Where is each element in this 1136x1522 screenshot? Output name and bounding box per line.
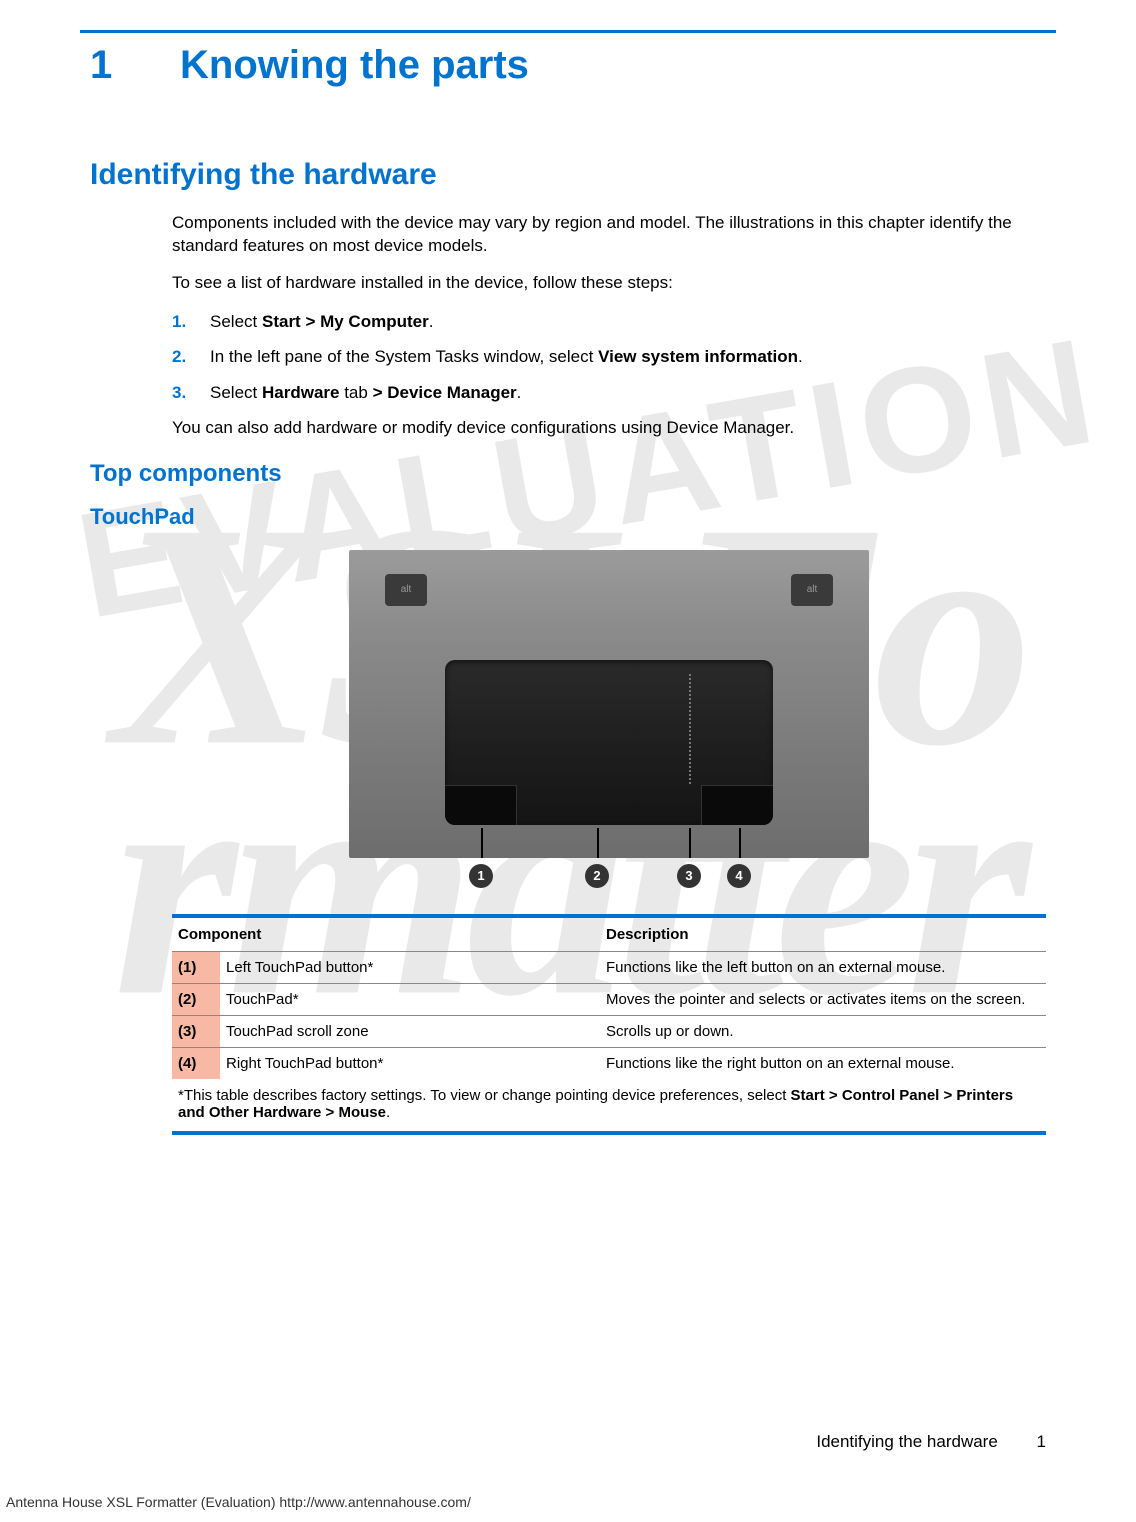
table-note: *This table describes factory settings. … — [172, 1079, 1046, 1131]
top-rule — [80, 30, 1056, 33]
cell-num: (3) — [172, 1016, 220, 1048]
touchpad-body: alt alt 1 2 3 4 — [172, 550, 1046, 1135]
touchpad-table: Component Description (1)Left TouchPad b… — [172, 918, 1046, 1079]
step-1: 1. Select Start > My Computer. — [172, 309, 1046, 335]
evaluation-footer: Antenna House XSL Formatter (Evaluation)… — [6, 1494, 471, 1510]
cell-description: Scrolls up or down. — [600, 1016, 1046, 1048]
callout-2: 2 — [585, 864, 609, 888]
cell-num: (4) — [172, 1048, 220, 1080]
callout-1: 1 — [469, 864, 493, 888]
cell-description: Functions like the left button on an ext… — [600, 952, 1046, 984]
callout-4: 4 — [727, 864, 751, 888]
table-header-row: Component Description — [172, 918, 1046, 952]
chapter-title: 1Knowing the parts — [90, 43, 1046, 88]
cell-component: TouchPad scroll zone — [220, 1016, 600, 1048]
table-row: (2)TouchPad*Moves the pointer and select… — [172, 984, 1046, 1016]
touchpad-right-button — [701, 785, 773, 825]
th-description: Description — [600, 918, 1046, 952]
step-2: 2. In the left pane of the System Tasks … — [172, 344, 1046, 370]
section1-body: Components included with the device may … — [172, 212, 1046, 440]
th-component: Component — [172, 918, 600, 952]
table-row: (3)TouchPad scroll zoneScrolls up or dow… — [172, 1016, 1046, 1048]
callout-line-1 — [481, 828, 483, 858]
key-alt-left: alt — [385, 574, 427, 606]
footer-page-number: 1 — [1037, 1432, 1046, 1452]
callout-line-3 — [689, 828, 691, 858]
touchpad-figure: alt alt 1 2 3 4 — [349, 550, 869, 904]
cell-num: (2) — [172, 984, 220, 1016]
touchpad-surface — [445, 660, 773, 825]
touchpad-left-button — [445, 785, 517, 825]
touchpad-image: alt alt — [349, 550, 869, 858]
table-row: (1)Left TouchPad button*Functions like t… — [172, 952, 1046, 984]
callout-line-4 — [739, 828, 741, 858]
cell-num: (1) — [172, 952, 220, 984]
table-body: (1)Left TouchPad button*Functions like t… — [172, 952, 1046, 1080]
para-steps-intro: To see a list of hardware installed in t… — [172, 272, 1046, 295]
callout-line-2 — [597, 828, 599, 858]
cell-description: Moves the pointer and selects or activat… — [600, 984, 1046, 1016]
page-footer: Identifying the hardware 1 — [816, 1432, 1046, 1452]
key-alt-right: alt — [791, 574, 833, 606]
cell-description: Functions like the right button on an ex… — [600, 1048, 1046, 1080]
callout-row: 1 2 3 4 — [349, 864, 869, 904]
step-3: 3. Select Hardware tab > Device Manager. — [172, 380, 1046, 406]
touchpad-table-block: Component Description (1)Left TouchPad b… — [172, 914, 1046, 1135]
section-heading-touchpad: TouchPad — [90, 504, 1046, 530]
section-heading-identifying: Identifying the hardware — [90, 158, 1046, 192]
chapter-number: 1 — [90, 43, 180, 88]
section-heading-top-components: Top components — [90, 460, 1046, 488]
steps-list: 1. Select Start > My Computer. 2. In the… — [172, 309, 1046, 406]
cell-component: TouchPad* — [220, 984, 600, 1016]
table-row: (4)Right TouchPad button*Functions like … — [172, 1048, 1046, 1080]
cell-component: Right TouchPad button* — [220, 1048, 600, 1080]
figure-wrap: alt alt 1 2 3 4 — [172, 550, 1046, 904]
footer-section: Identifying the hardware — [816, 1432, 997, 1451]
page: 1Knowing the parts Identifying the hardw… — [0, 0, 1136, 1522]
para-intro: Components included with the device may … — [172, 212, 1046, 258]
chapter-title-text: Knowing the parts — [180, 43, 529, 87]
cell-component: Left TouchPad button* — [220, 952, 600, 984]
para-also: You can also add hardware or modify devi… — [172, 417, 1046, 440]
touchpad-scroll-zone — [689, 674, 691, 784]
table-rule-bot — [172, 1131, 1046, 1135]
callout-3: 3 — [677, 864, 701, 888]
